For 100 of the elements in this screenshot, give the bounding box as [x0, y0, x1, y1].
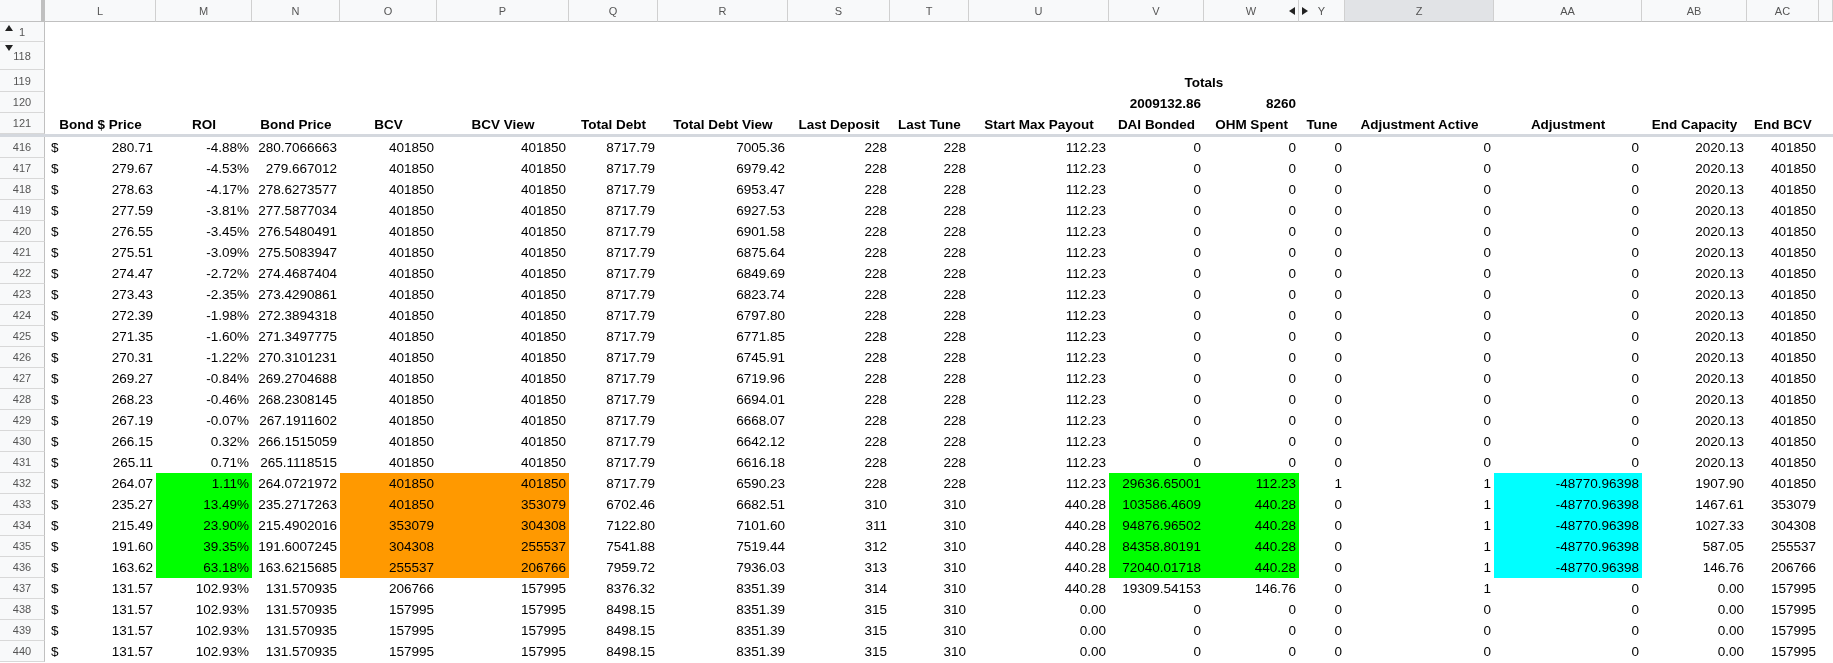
left-triangle-icon[interactable] — [1289, 7, 1295, 15]
table-cell: -0.07% — [206, 413, 249, 428]
table-cell: 29636.65001 — [1109, 473, 1204, 494]
column-header[interactable]: U — [969, 0, 1109, 22]
column-header[interactable]: O — [340, 0, 437, 22]
row-header[interactable]: 426 — [0, 347, 45, 368]
column-title: OHM Spent — [1215, 117, 1288, 132]
table-cell: 0 — [1483, 623, 1491, 638]
row-header[interactable]: 428 — [0, 389, 45, 410]
table-cell: 102.93% — [195, 623, 249, 638]
table-cell: 267.19 — [111, 413, 153, 428]
table-cell: 146.76 — [1702, 560, 1744, 575]
row-header[interactable]: 119 — [0, 70, 45, 92]
table-cell: 0 — [1193, 308, 1201, 323]
column-title: BCV — [374, 117, 403, 132]
row-header[interactable]: 438 — [0, 599, 45, 620]
table-cell: 279.667012 — [265, 161, 337, 176]
table-cell: 6901.58 — [736, 224, 785, 239]
table-cell: 276.5480491 — [258, 224, 337, 239]
table-cell: 0 — [1288, 329, 1296, 344]
table-cell: 8351.39 — [736, 623, 785, 638]
column-header[interactable]: L — [45, 0, 156, 22]
table-cell: 6823.74 — [736, 287, 785, 302]
row-header[interactable]: 431 — [0, 452, 45, 473]
table-cell: 1.11% — [156, 473, 252, 494]
table-cell: 0 — [1334, 329, 1342, 344]
table-cell: 0 — [1288, 413, 1296, 428]
row-header[interactable]: 425 — [0, 326, 45, 347]
row-header[interactable]: 433 — [0, 494, 45, 515]
table-cell: -4.88% — [206, 140, 249, 155]
row-header[interactable]: 440 — [0, 641, 45, 662]
column-header[interactable]: Q — [569, 0, 658, 22]
table-cell: 0 — [1193, 245, 1201, 260]
table-cell: 401850 — [388, 308, 434, 323]
row-header[interactable]: 121 — [0, 113, 45, 134]
column-title: Start Max Payout — [984, 117, 1094, 132]
row-header[interactable]: 422 — [0, 263, 45, 284]
column-header[interactable]: R — [658, 0, 788, 22]
table-cell: 265.1118515 — [260, 455, 337, 470]
column-title: Bond Price — [260, 117, 332, 132]
table-cell: 0 — [1483, 266, 1491, 281]
column-header[interactable]: S — [788, 0, 890, 22]
table-cell: 401850 — [1770, 413, 1816, 428]
row-header[interactable]: 437 — [0, 578, 45, 599]
table-cell: 0.00 — [1717, 644, 1744, 659]
row-header[interactable]: 1 — [0, 22, 45, 42]
table-cell: 304308 — [1770, 518, 1816, 533]
row-header[interactable]: 423 — [0, 284, 45, 305]
table-cell: 6616.18 — [736, 455, 785, 470]
up-triangle-icon[interactable] — [5, 25, 13, 31]
row-header[interactable]: 118 — [0, 42, 45, 70]
row-header[interactable]: 439 — [0, 620, 45, 641]
row-header[interactable]: 424 — [0, 305, 45, 326]
row-header[interactable]: 427 — [0, 368, 45, 389]
table-cell: 0 — [1288, 644, 1296, 659]
row-header[interactable]: 120 — [0, 92, 45, 113]
table-cell: 0 — [1334, 224, 1342, 239]
table-cell: -3.45% — [206, 224, 249, 239]
down-triangle-icon[interactable] — [5, 45, 13, 51]
table-cell: 255537 — [437, 536, 569, 557]
column-header[interactable]: AA — [1494, 0, 1642, 22]
table-cell: 0 — [1193, 371, 1201, 386]
table-cell: 6719.96 — [736, 371, 785, 386]
table-cell: 228 — [864, 203, 887, 218]
column-header[interactable]: AC — [1747, 0, 1819, 22]
table-cell: 94876.96502 — [1109, 515, 1204, 536]
row-header[interactable]: 421 — [0, 242, 45, 263]
table-cell: 228 — [864, 350, 887, 365]
table-cell: 269.27 — [111, 371, 153, 386]
column-header[interactable]: T — [890, 0, 969, 22]
column-header[interactable]: AB — [1642, 0, 1747, 22]
column-header[interactable]: M — [156, 0, 252, 22]
column-header[interactable]: Y — [1299, 0, 1345, 22]
row-header[interactable]: 416 — [0, 137, 45, 158]
column-header[interactable]: Z — [1345, 0, 1494, 22]
row-header[interactable]: 435 — [0, 536, 45, 557]
column-header[interactable]: P — [437, 0, 569, 22]
column-header[interactable]: N — [252, 0, 340, 22]
table-cell: -48770.96398 — [1494, 515, 1642, 536]
column-header[interactable]: W — [1204, 0, 1299, 22]
table-cell: 8717.79 — [606, 434, 655, 449]
row-header[interactable]: 419 — [0, 200, 45, 221]
row-header[interactable]: 432 — [0, 473, 45, 494]
row-header[interactable]: 420 — [0, 221, 45, 242]
column-header[interactable]: V — [1109, 0, 1204, 22]
row-header[interactable]: 436 — [0, 557, 45, 578]
table-cell: 131.570935 — [265, 644, 337, 659]
row-header[interactable]: 418 — [0, 179, 45, 200]
row-header[interactable]: 434 — [0, 515, 45, 536]
column-title: Adjustment — [1530, 117, 1606, 132]
table-cell: 401850 — [1770, 140, 1816, 155]
right-triangle-icon[interactable] — [1302, 7, 1308, 15]
table-cell: 401850 — [1770, 203, 1816, 218]
table-cell: 112.23 — [1065, 413, 1106, 428]
table-cell: 401850 — [1770, 329, 1816, 344]
currency-symbol: $ — [51, 455, 59, 470]
row-header[interactable]: 417 — [0, 158, 45, 179]
row-header[interactable]: 430 — [0, 431, 45, 452]
row-header[interactable]: 429 — [0, 410, 45, 431]
table-cell: 0 — [1483, 455, 1491, 470]
